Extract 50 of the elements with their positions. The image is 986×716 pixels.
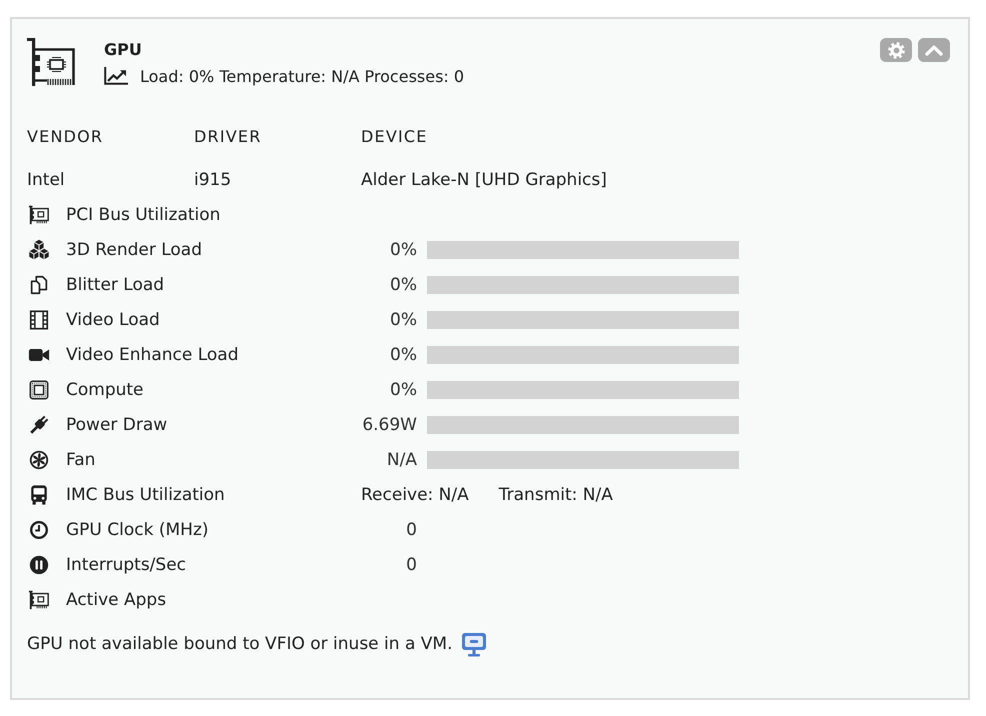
metric-label: Power Draw (66, 414, 168, 434)
metric-label: Video Load (66, 310, 161, 330)
metric-label: GPU Clock (MHz) (66, 520, 210, 540)
chip-icon (28, 378, 50, 400)
settings-icon (888, 42, 904, 58)
metric-label: IMC Bus Utilization (66, 484, 226, 504)
copy-icon (28, 274, 50, 296)
cubes-icon (28, 238, 50, 260)
metric-value: 0 (405, 554, 417, 574)
film-icon (28, 308, 50, 330)
column-header: DRIVER (194, 126, 263, 146)
expansion-card-icon (28, 588, 50, 610)
table-cell: Alder Lake-N [UHD Graphics] (361, 170, 607, 190)
column-header: DEVICE (361, 126, 429, 146)
table-cell-text: i915 (194, 170, 232, 190)
plug-icon (28, 414, 50, 436)
metric-value: 0% (389, 274, 417, 294)
metric-value: 0% (389, 240, 417, 260)
column-header: VENDOR (27, 126, 104, 146)
status-note: GPU not available bound to VFIO or inuse in a VM. (27, 634, 452, 654)
pause-icon (28, 554, 50, 576)
metric-label: Fan (66, 450, 96, 470)
metric-value: 0% (389, 310, 417, 330)
clock-icon (28, 518, 50, 540)
metric-label: Blitter Load (66, 274, 166, 294)
receive-value: Receive: N/A (361, 484, 469, 504)
settings-button[interactable] (880, 38, 912, 62)
line-chart-icon (104, 67, 128, 85)
metric-label: Interrupts/Sec (66, 554, 188, 574)
expansion-card-icon (28, 204, 50, 226)
monitor-icon (461, 632, 488, 656)
metric-label: Video Enhance Load (66, 344, 240, 364)
metric-value: 0% (389, 380, 417, 400)
metric-value: N/A (386, 450, 417, 470)
graphics-card-icon (27, 38, 75, 86)
metric-value: 0% (389, 344, 417, 364)
metric-label: Compute (66, 380, 145, 400)
chevron-up-icon (925, 44, 943, 56)
bus-icon (28, 484, 50, 506)
metric-label: PCI Bus Utilization (66, 204, 222, 224)
fan-icon (28, 448, 50, 470)
panel-title: GPU (104, 40, 142, 60)
metric-label: Active Apps (66, 590, 168, 610)
metric-label: 3D Render Load (66, 240, 204, 260)
summary-text: Load: 0% Temperature: N/A Processes: 0 (140, 66, 464, 86)
metric-value: 0 (405, 520, 417, 540)
collapse-button[interactable] (918, 38, 950, 62)
metric-value: 6.69W (361, 414, 417, 434)
transmit-value: Transmit: N/A (498, 484, 613, 504)
table-cell-text: Intel (27, 170, 66, 190)
